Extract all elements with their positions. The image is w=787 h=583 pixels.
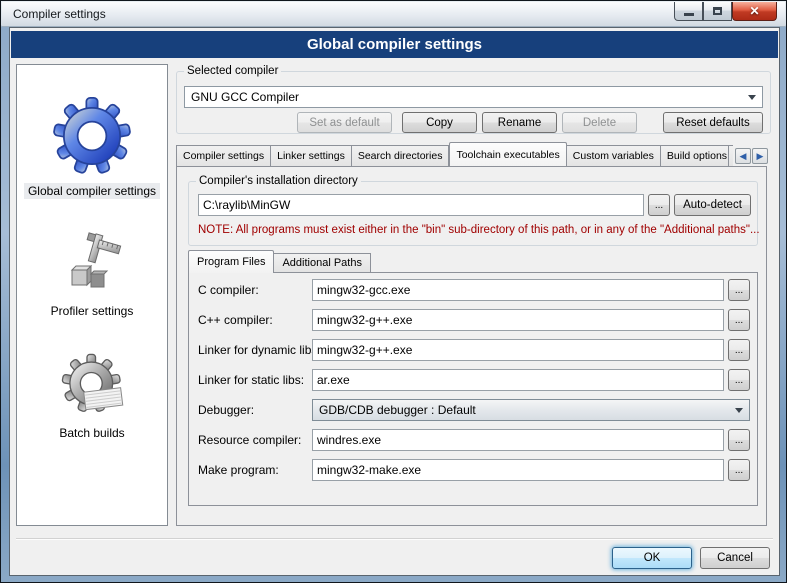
page-title-banner: Global compiler settings — [11, 31, 778, 58]
make-program-label: Make program: — [198, 463, 279, 477]
set-as-default-button: Set as default — [297, 112, 392, 133]
selected-compiler-group-label: Selected compiler — [184, 65, 281, 77]
batch-builds-gear-icon — [59, 353, 125, 417]
tab-scroll-right-button[interactable]: ▶ — [752, 148, 768, 164]
title-bar: Compiler settings ✕ — [2, 2, 785, 27]
install-directory-input[interactable] — [198, 194, 644, 216]
close-button[interactable]: ✕ — [732, 2, 777, 21]
profiler-caliper-icon — [60, 231, 124, 293]
cpp-compiler-input[interactable] — [312, 309, 724, 331]
footer-divider — [16, 538, 773, 540]
settings-tab-strip: Compiler settings Linker settings Search… — [176, 141, 728, 166]
make-program-input[interactable] — [312, 459, 724, 481]
tab-compiler-settings[interactable]: Compiler settings — [176, 145, 271, 166]
install-directory-browse-button[interactable]: ... — [648, 194, 670, 216]
rename-button[interactable]: Rename — [482, 112, 557, 133]
tab-linker-settings[interactable]: Linker settings — [271, 145, 352, 166]
minimize-button[interactable] — [674, 2, 703, 21]
resource-compiler-label: Resource compiler: — [198, 433, 301, 447]
arrow-right-icon: ▶ — [757, 151, 764, 162]
subtab-additional-paths[interactable]: Additional Paths — [274, 253, 371, 272]
tab-scroll-left-button[interactable]: ◀ — [735, 148, 751, 164]
tab-partial[interactable] — [728, 145, 733, 166]
copy-button[interactable]: Copy — [402, 112, 477, 133]
arrow-left-icon: ◀ — [740, 151, 747, 162]
tab-build-options[interactable]: Build options — [661, 145, 728, 166]
sidebar-item-label: Batch builds — [55, 425, 128, 441]
dropdown-arrow-icon — [748, 95, 756, 100]
compiler-select[interactable]: GNU GCC Compiler — [184, 86, 763, 108]
auto-detect-button[interactable]: Auto-detect — [674, 194, 751, 216]
cpp-compiler-label: C++ compiler: — [198, 313, 273, 327]
c-compiler-label: C compiler: — [198, 283, 259, 297]
c-compiler-browse-button[interactable]: ... — [728, 279, 750, 301]
static-linker-input[interactable] — [312, 369, 724, 391]
sidebar-item-global-compiler-settings[interactable]: Global compiler settings — [17, 95, 167, 199]
tab-toolchain-executables[interactable]: Toolchain executables — [449, 142, 566, 166]
resource-compiler-input[interactable] — [312, 429, 724, 451]
sidebar-item-profiler-settings[interactable]: Profiler settings — [17, 231, 167, 319]
debugger-select[interactable]: GDB/CDB debugger : Default — [312, 399, 750, 421]
delete-button: Delete — [562, 112, 637, 133]
dropdown-arrow-icon — [735, 408, 743, 413]
window-title: Compiler settings — [13, 7, 106, 21]
cpp-compiler-browse-button[interactable]: ... — [728, 309, 750, 331]
dynamic-linker-input[interactable] — [312, 339, 724, 361]
compiler-gear-icon — [52, 95, 132, 177]
tab-search-directories[interactable]: Search directories — [352, 145, 450, 166]
install-directory-group-label: Compiler's installation directory — [196, 175, 361, 187]
dynamic-linker-browse-button[interactable]: ... — [728, 339, 750, 361]
compiler-select-value: GNU GCC Compiler — [191, 90, 742, 104]
program-files-tab-strip: Program Files Additional Paths — [188, 249, 371, 272]
close-icon: ✕ — [749, 4, 759, 18]
sidebar-item-batch-builds[interactable]: Batch builds — [17, 353, 167, 441]
resource-compiler-browse-button[interactable]: ... — [728, 429, 750, 451]
compiler-settings-window: Compiler settings ✕ Global compiler sett… — [0, 0, 787, 583]
static-linker-label: Linker for static libs: — [198, 373, 304, 387]
tab-custom-variables[interactable]: Custom variables — [567, 145, 661, 166]
dynamic-linker-label: Linker for dynamic libs: — [198, 343, 321, 357]
cancel-button[interactable]: Cancel — [700, 547, 770, 569]
static-linker-browse-button[interactable]: ... — [728, 369, 750, 391]
debugger-select-value: GDB/CDB debugger : Default — [319, 403, 729, 417]
page-title: Global compiler settings — [307, 36, 482, 53]
sidebar-item-label: Profiler settings — [47, 303, 138, 319]
dialog-client-area: Global compiler settings — [9, 27, 780, 576]
minimize-icon — [684, 13, 694, 16]
debugger-label: Debugger: — [198, 403, 254, 417]
ok-button[interactable]: OK — [612, 547, 692, 569]
install-directory-note: NOTE: All programs must exist either in … — [198, 224, 760, 236]
settings-category-sidebar: Global compiler settings — [16, 64, 168, 526]
c-compiler-input[interactable] — [312, 279, 724, 301]
reset-defaults-button[interactable]: Reset defaults — [663, 112, 763, 133]
maximize-icon — [713, 7, 722, 15]
sidebar-item-label: Global compiler settings — [24, 183, 160, 199]
subtab-program-files[interactable]: Program Files — [188, 250, 274, 273]
make-program-browse-button[interactable]: ... — [728, 459, 750, 481]
maximize-button[interactable] — [703, 2, 732, 21]
